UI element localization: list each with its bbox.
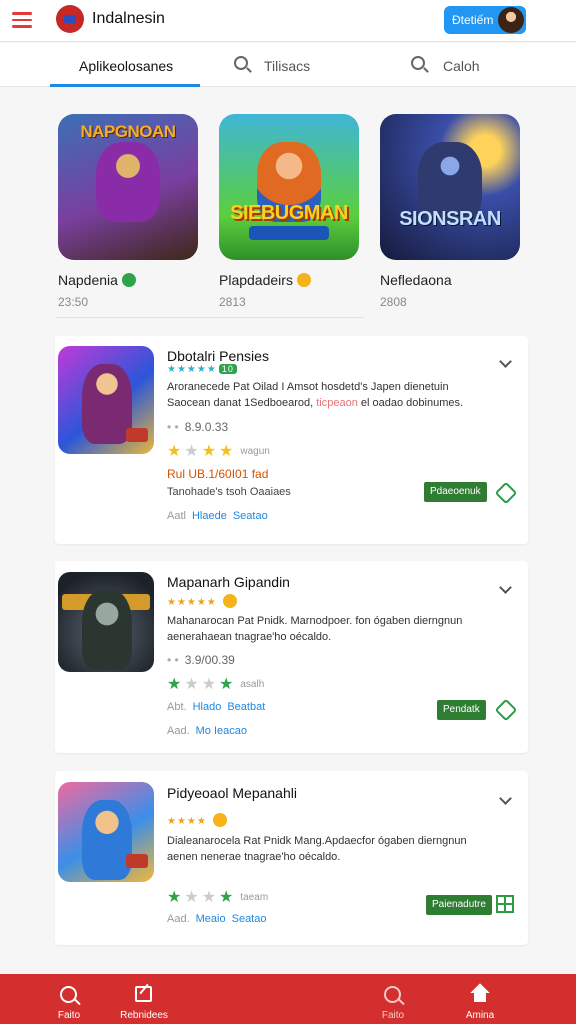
app-list-item[interactable]: Mapanarh Gipandin ★★★★★ Mahanarocan Pat … [55,561,528,753]
app-title: Indalnesin [92,10,165,27]
app-meta: 2808 [380,295,407,309]
search-icon [384,986,401,1003]
avatar [498,7,524,33]
chevron-down-icon[interactable] [499,355,512,368]
card-link[interactable]: Hlaede [192,510,227,522]
app-description: Dialeanarocela Rat Pnidk Mang.Apdaecfor … [167,835,467,863]
nav-item-search-secondary[interactable]: Faito [372,974,414,1024]
cover-subtitle-plate [249,226,329,240]
app-meta: 2813 [219,295,246,309]
tab-applications[interactable]: Aplikeolosanes [50,43,200,87]
star-rating: ★★★★ wagun [167,443,270,460]
app-icon-image [58,346,154,454]
tab-label: Caloh [443,58,480,74]
download-icon[interactable] [494,698,518,722]
verified-icon [121,273,136,287]
nav-item-home[interactable]: Amina [458,974,502,1024]
edit-icon [135,986,152,1002]
search-icon [411,56,425,70]
tab-categories[interactable]: Tilisacs [234,43,374,87]
card-links: Aatl Hlaede Seatao [167,510,268,522]
app-description: Aroranecede Pat Oilad I Amsot hosdetd's … [167,381,464,409]
nav-label: Rebnidees [120,1010,168,1021]
install-button[interactable]: Pendatk [437,700,486,720]
app-title: Pidyeoaol Mepanahli [167,785,297,801]
chevron-down-icon[interactable] [499,792,512,805]
app-version: • • 3.9/00.39 [167,653,235,667]
featured-app-tile[interactable]: NAPGNOAN Napdenia 23:50 [58,114,198,309]
app-name: Napdenia [58,272,198,288]
app-title: Mapanarh Gipandin [167,574,290,590]
emoji-icon [296,273,311,287]
price-text: Rul UB.1/60I01 fad [167,467,269,481]
emoji-icon [222,594,237,608]
tab-label: Tilisacs [264,58,311,74]
app-description: Mahanarocan Pat Pnidk. Marnodpoer. fon ó… [167,615,463,643]
card-links: Abt. Hlado Beatbat [167,701,266,713]
cover-title: SIONSRAN [399,208,501,230]
nav-label: Faito [57,1010,81,1021]
app-name: Nefledaona [380,272,452,288]
card-link[interactable]: Beatbat [227,701,265,713]
featured-apps: NAPGNOAN Napdenia 23:50 SIEBUGMAN Plapda… [0,100,576,320]
app-meta: 23:50 [58,295,89,309]
cover-title: SIEBUGMAN [230,202,348,224]
chevron-down-icon[interactable] [499,581,512,594]
tab-bar: Aplikeolosanes Tilisacs Caloh [0,43,576,87]
rating-badge: 10 [218,364,237,374]
card-link[interactable]: Seatao [233,510,268,522]
nav-item-reviews[interactable]: Rebnidees [114,974,174,1024]
hamburger-menu-icon[interactable] [12,12,32,28]
star-rating: ★★★★ asalh [167,676,265,693]
app-cover-image: SIEBUGMAN [219,114,359,260]
install-button[interactable]: Paienadutre [426,895,492,915]
account-button[interactable]: Đtetiếm [444,6,526,34]
account-label: Đtetiếm [452,13,494,27]
card-link[interactable]: Mo Ieacao [196,725,247,737]
mini-rating: ★★★★ [167,813,227,827]
app-logo [56,5,84,33]
star-rating: ★★★★ taeam [167,889,269,906]
mini-rating: ★★★★★ 10 [167,364,237,375]
install-button[interactable]: Pdaeoenuk [424,482,487,502]
card-link[interactable]: Hlado [193,701,222,713]
app-list-item[interactable]: Pidyeoaol Mepanahli ★★★★ Dialeanarocela … [55,771,528,945]
card-link[interactable]: Meaio [196,913,226,925]
app-icon-image [58,782,154,882]
featured-app-tile[interactable]: SIONSRAN Nefledaona 2808 [380,114,520,309]
emoji-icon [212,813,227,827]
nav-label: Amina [465,1010,495,1021]
cover-title: NAPGNOAN [80,122,176,141]
app-name: Plapdadeirs [219,272,359,288]
tab-label: Aplikeolosanes [79,58,174,74]
app-list-item[interactable]: Dbotalri Pensies ★★★★★ 10 Aroranecede Pat… [55,336,528,544]
nav-item-search[interactable]: Faito [48,974,90,1024]
developer-text: Tanohade's tsoh Oaaiaes [167,486,291,498]
app-title: Dbotalri Pensies [167,348,269,364]
app-cover-image: NAPGNOAN [58,114,198,260]
divider [56,317,364,318]
home-icon [472,986,488,1002]
mini-rating: ★★★★★ [167,594,237,608]
card-links: Aad. Mo Ieacao [167,725,248,737]
bottom-navigation: Faito Rebnidees Faito Amina [0,974,576,1024]
card-link[interactable]: Seatao [232,913,267,925]
tab-search[interactable]: Caloh [411,43,531,87]
download-icon[interactable] [494,481,518,505]
app-cover-image: SIONSRAN [380,114,520,260]
search-icon [234,56,248,70]
search-icon [60,986,77,1003]
featured-app-tile[interactable]: SIEBUGMAN Plapdadeirs 2813 [219,114,359,309]
nav-label: Faito [381,1010,405,1021]
card-links: Aad. Meaio Seatao [167,913,267,925]
app-icon-image [58,572,154,672]
grid-icon[interactable] [496,895,514,913]
top-app-bar: Indalnesin Đtetiếm [0,0,576,42]
app-version: • • 8.9.0.33 [167,420,229,434]
cover-character [96,142,160,222]
